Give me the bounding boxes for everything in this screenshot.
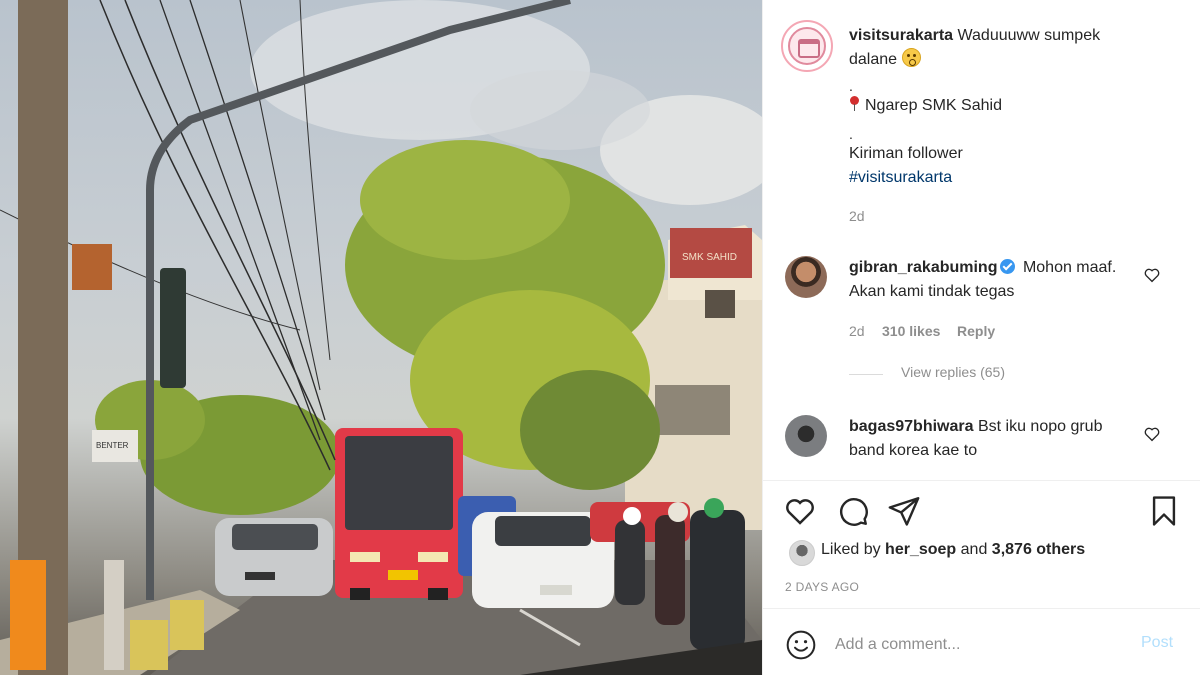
liked-by-line: Liked by her_soep and 3,876 others bbox=[821, 541, 1085, 559]
likes-count-link[interactable]: 3,876 others bbox=[992, 541, 1085, 558]
paper-plane-icon[interactable] bbox=[887, 494, 921, 528]
commenter-avatar[interactable] bbox=[785, 256, 827, 298]
divider bbox=[763, 480, 1200, 481]
comment-bubble-icon[interactable] bbox=[836, 494, 870, 528]
comment: gibran_rakabuming Mohon maaf. Akan kami … bbox=[849, 256, 1139, 304]
post-button[interactable]: Post bbox=[1141, 634, 1173, 652]
flushed-face-icon bbox=[901, 48, 921, 67]
comment-username[interactable]: bagas97bhiwara bbox=[849, 418, 974, 435]
liker-avatar[interactable] bbox=[789, 540, 815, 566]
comment-like-heart-icon[interactable] bbox=[1143, 425, 1161, 443]
comment-username[interactable]: gibran_rakabuming bbox=[849, 259, 997, 276]
caption-follower-line: Kiriman follower bbox=[849, 145, 963, 162]
liked-by-prefix: Liked by bbox=[821, 541, 881, 558]
pin-icon bbox=[849, 96, 859, 111]
divider bbox=[763, 608, 1200, 609]
comment-likes[interactable]: 310 likes bbox=[882, 323, 940, 339]
post-caption: visitsurakarta Waduuuww sumpek dalane bbox=[849, 24, 1149, 72]
view-replies-button[interactable]: View replies (65) bbox=[901, 364, 1005, 380]
hashtag-link[interactable]: #visitsurakarta bbox=[849, 166, 952, 190]
location-text: Ngarep SMK Sahid bbox=[865, 97, 1002, 114]
liked-by-suffix: and bbox=[960, 541, 988, 558]
bookmark-icon[interactable] bbox=[1147, 494, 1181, 528]
comment-input[interactable] bbox=[835, 632, 1135, 658]
comment-age: 2d bbox=[849, 323, 865, 339]
liked-by-user[interactable]: her_soep bbox=[885, 541, 956, 558]
post-date[interactable]: 2 DAYS AGO bbox=[785, 580, 859, 594]
post-age: 2d bbox=[849, 208, 865, 224]
reply-button[interactable]: Reply bbox=[957, 323, 995, 339]
comment-like-heart-icon[interactable] bbox=[1143, 266, 1161, 284]
account-avatar[interactable] bbox=[781, 20, 833, 72]
commenter-avatar[interactable] bbox=[785, 415, 827, 457]
post-sidebar: visitsurakarta Waduuuww sumpek dalane . … bbox=[762, 0, 1200, 675]
replies-divider bbox=[849, 374, 883, 375]
comment: bagas97bhiwara Bst iku nopo grub band ko… bbox=[849, 415, 1139, 463]
post-photo[interactable]: SMK SAHID BENTER bbox=[0, 0, 762, 675]
street-scene: SMK SAHID BENTER bbox=[0, 0, 762, 675]
caption-location-line: Ngarep SMK Sahid bbox=[849, 94, 1002, 118]
post-username[interactable]: visitsurakarta bbox=[849, 27, 953, 44]
verified-badge-icon bbox=[1000, 259, 1016, 274]
shop-sign: BENTER bbox=[96, 441, 129, 450]
smiley-icon[interactable] bbox=[785, 629, 817, 661]
building-sign: SMK SAHID bbox=[682, 252, 737, 263]
heart-icon[interactable] bbox=[783, 494, 817, 528]
